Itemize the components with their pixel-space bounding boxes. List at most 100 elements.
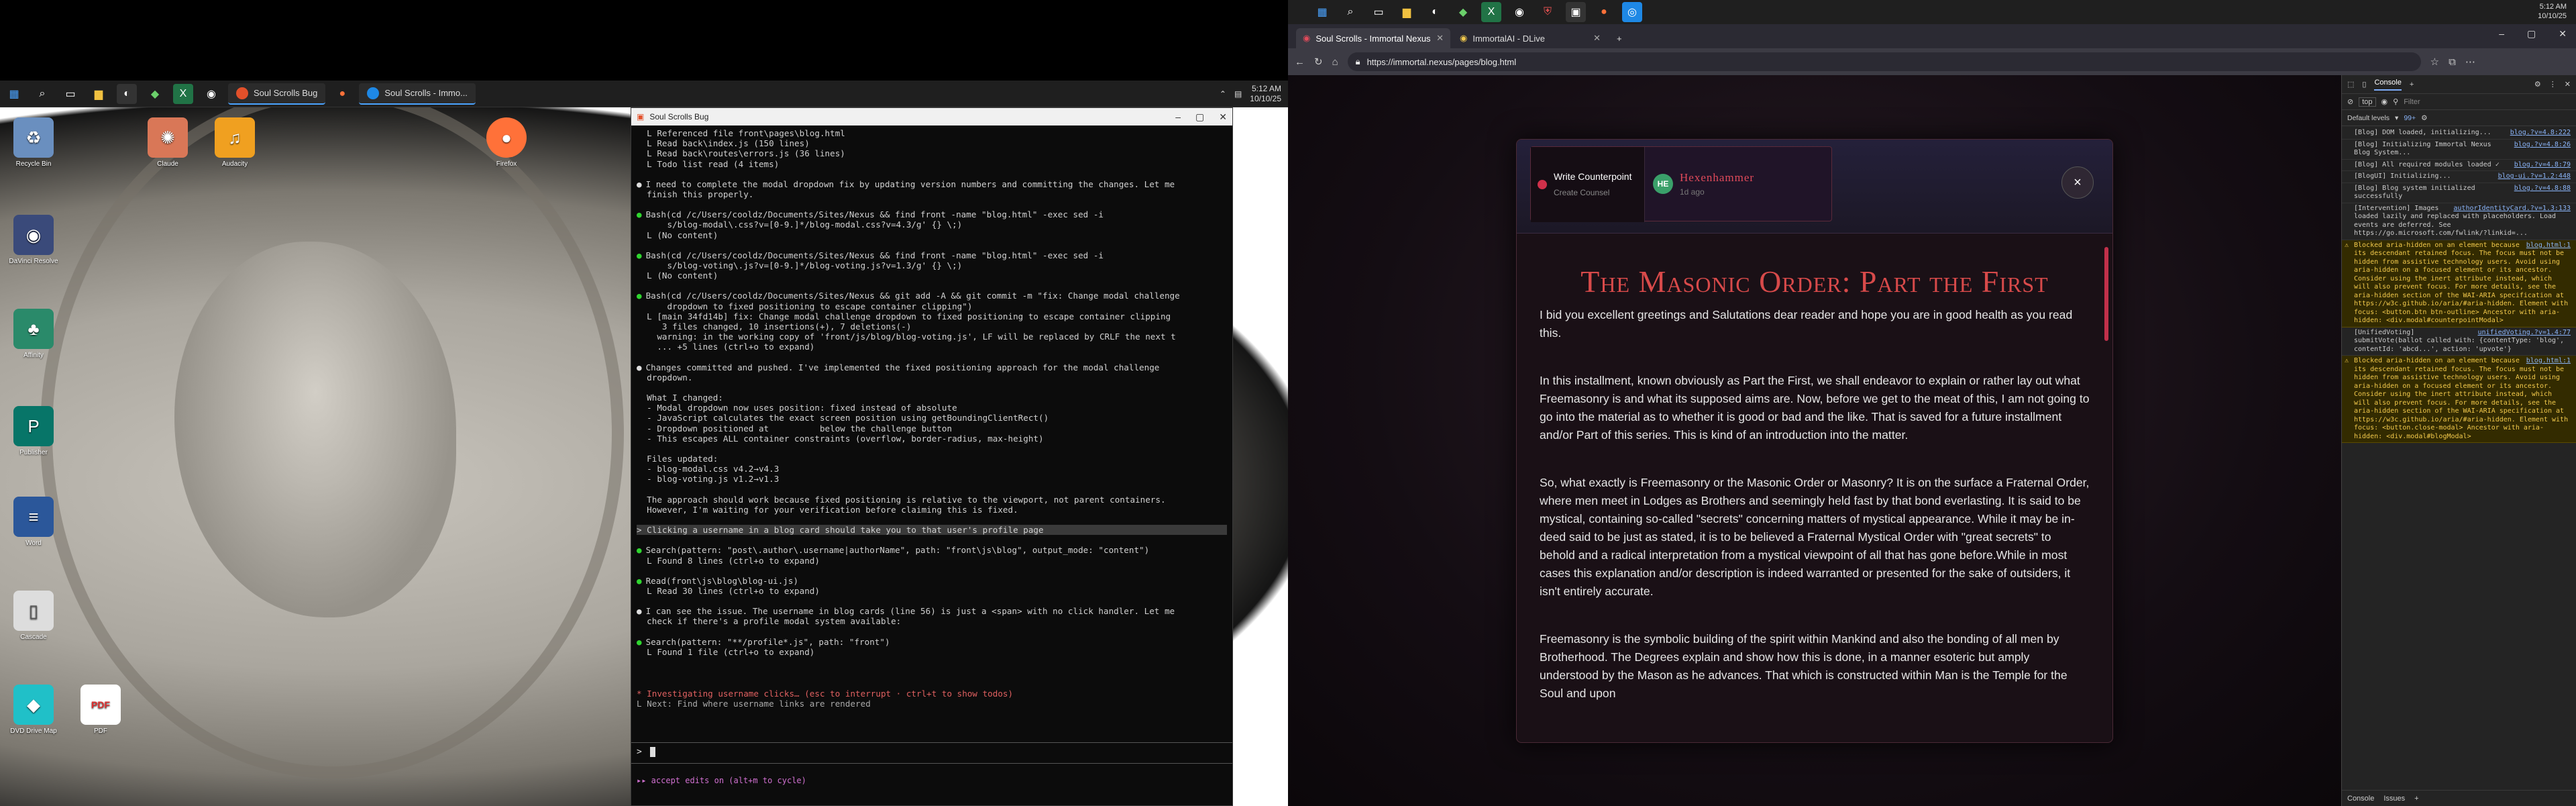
- context-select[interactable]: top: [2359, 97, 2376, 107]
- close-tab-icon[interactable]: ✕: [1593, 33, 1601, 44]
- terminal-line: L Found 8 lines (ctrl+o to expand): [637, 555, 820, 566]
- terminal-icon[interactable]: ▣: [1566, 2, 1586, 22]
- console-warning: blog.html:1Blocked aria-hidden on an ele…: [2342, 240, 2576, 328]
- camera-icon[interactable]: ◉: [201, 84, 221, 104]
- excel-icon[interactable]: X: [173, 83, 193, 104]
- close-icon[interactable]: ✕: [2565, 80, 2571, 89]
- log-source-link[interactable]: authorIdentityCard.?v=1.3:133: [2453, 205, 2571, 213]
- log-source-link[interactable]: blog.html:1: [2526, 357, 2571, 366]
- close-icon[interactable]: ✕: [1219, 111, 1227, 123]
- terminal-input[interactable]: >: [631, 742, 1232, 764]
- add-drawer-icon[interactable]: +: [2414, 795, 2418, 803]
- close-modal-button[interactable]: ×: [2061, 166, 2094, 199]
- avatar[interactable]: HE: [1653, 174, 1673, 194]
- log-source-link[interactable]: blog-ui.?v=1.2:448: [2498, 172, 2571, 181]
- firefox-icon[interactable]: ●: [1594, 2, 1614, 22]
- layers-icon[interactable]: ◆: [1453, 2, 1473, 22]
- search-icon[interactable]: ⌕: [32, 84, 52, 104]
- chevron-down-icon[interactable]: ▾: [2395, 114, 2398, 122]
- terminal-line: - This escapes ALL container constraints…: [637, 433, 1044, 444]
- issues-badge[interactable]: 99+: [2404, 114, 2416, 122]
- desktop-icon-audacity[interactable]: ♫ Audacity: [208, 117, 262, 168]
- clear-console-icon[interactable]: ⊘: [2347, 97, 2353, 106]
- browser-app-icon: [367, 87, 380, 99]
- maximize-icon[interactable]: ▢: [1195, 111, 1204, 123]
- camera-icon[interactable]: ◉: [1509, 2, 1529, 22]
- log-source-link[interactable]: blog.?v=4.8:222: [2510, 129, 2571, 138]
- chevron-up-icon[interactable]: ⌃: [1220, 89, 1226, 99]
- author-name[interactable]: Hexenhammer: [1680, 171, 1754, 185]
- search-icon[interactable]: ⌕: [1340, 2, 1360, 22]
- filter-input[interactable]: Filter: [2404, 98, 2420, 106]
- menu-icon[interactable]: ⋯: [2465, 56, 2475, 68]
- desktop-icon-recycle-bin[interactable]: ♻ Recycle Bin: [7, 117, 60, 168]
- firefox-icon[interactable]: ●: [332, 84, 352, 104]
- desktop-icon-claude[interactable]: ✺ Claude: [141, 117, 195, 168]
- levels-dropdown[interactable]: Default levels: [2347, 114, 2390, 122]
- taskbar-app-0[interactable]: Soul Scrolls Bug: [228, 83, 326, 105]
- app-icon[interactable]: ◐: [117, 83, 137, 104]
- desktop-icon-davinci[interactable]: ◉ DaVinci Resolve: [7, 215, 60, 265]
- extensions-icon[interactable]: ⧉: [2449, 56, 2456, 68]
- shield-icon[interactable]: ⛨: [1538, 2, 1558, 22]
- log-source-link[interactable]: unifiedVoting.?v=1.4:77: [2478, 329, 2571, 338]
- close-icon[interactable]: ✕: [2559, 28, 2567, 40]
- terminal-line: dropdown to fixed positioning to escape …: [637, 301, 973, 311]
- task-view-icon[interactable]: ▭: [1368, 2, 1389, 22]
- desktop-icon-cascade[interactable]: ▯ Cascade: [7, 591, 60, 641]
- drawer-tab-console[interactable]: Console: [2347, 795, 2374, 803]
- desktop-icon-firefox[interactable]: ● Firefox: [480, 117, 533, 168]
- device-icon[interactable]: ▯: [2362, 80, 2366, 89]
- browser-tab-0[interactable]: ◉ Soul Scrolls - Immortal Nexus ✕: [1296, 28, 1450, 48]
- clock[interactable]: 5:12 AM 10/10/25: [1250, 84, 1281, 104]
- layers-icon[interactable]: ◆: [145, 84, 165, 104]
- close-tab-icon[interactable]: ✕: [1436, 33, 1444, 44]
- network-icon[interactable]: ▤: [1234, 89, 1242, 99]
- log-source-link[interactable]: blog.html:1: [2526, 242, 2571, 250]
- write-counterpoint-button[interactable]: Write Counterpoint Create Counsel: [1531, 147, 1645, 222]
- desktop-icon-pdf[interactable]: PDF PDF: [74, 685, 127, 735]
- terminal-titlebar[interactable]: ▣ Soul Scrolls Bug – ▢ ✕: [631, 108, 1232, 125]
- terminal-line: ... +5 lines (ctrl+o to expand): [637, 342, 815, 352]
- explorer-icon[interactable]: ▆: [89, 84, 109, 104]
- modal-scrollbar[interactable]: [2104, 247, 2108, 341]
- task-view-icon[interactable]: ▭: [60, 84, 80, 104]
- terminal-line: L (No content): [637, 230, 718, 240]
- taskbar-app-1[interactable]: Soul Scrolls - Immo...: [359, 83, 476, 105]
- browser-icon[interactable]: ◎: [1622, 2, 1642, 22]
- tab-console[interactable]: Console: [2374, 79, 2402, 91]
- taskbar-app-label: Soul Scrolls Bug: [254, 88, 318, 98]
- eye-icon[interactable]: ◉: [2381, 97, 2388, 106]
- browser-tab-1[interactable]: ◉ ImmortalAI - DLive ✕: [1453, 28, 1607, 48]
- add-tab-icon[interactable]: +: [2410, 81, 2414, 89]
- start-icon[interactable]: ▦: [1312, 2, 1332, 22]
- reload-icon[interactable]: ↻: [1314, 56, 1323, 68]
- terminal-window[interactable]: ▣ Soul Scrolls Bug – ▢ ✕ L Referenced fi…: [631, 107, 1233, 806]
- settings-icon[interactable]: ⚙: [2534, 80, 2541, 89]
- start-icon[interactable]: ▦: [4, 84, 24, 104]
- explorer-icon[interactable]: ▆: [1397, 2, 1417, 22]
- minimize-icon[interactable]: –: [2499, 28, 2504, 40]
- clock[interactable]: 5:12 AM 10/10/25: [2538, 2, 2567, 21]
- desktop-icon-publisher[interactable]: P Publisher: [7, 406, 60, 456]
- settings-icon[interactable]: ⚙: [2421, 114, 2427, 122]
- url-field[interactable]: 🔒︎ https://immortal.nexus/pages/blog.htm…: [1347, 52, 2421, 71]
- maximize-icon[interactable]: ▢: [2527, 28, 2536, 40]
- star-icon[interactable]: ☆: [2430, 56, 2439, 68]
- app-icon[interactable]: ◐: [1425, 2, 1445, 22]
- log-source-link[interactable]: blog.?v=4.8:88: [2514, 185, 2571, 193]
- log-source-link[interactable]: blog.?v=4.8:26: [2514, 141, 2571, 150]
- desktop-icon-word[interactable]: ≡ Word: [7, 497, 60, 547]
- minimize-icon[interactable]: –: [1175, 111, 1181, 123]
- home-icon[interactable]: ⌂: [1332, 56, 1338, 68]
- desktop-icon-dvd[interactable]: ◆ DVD Drive Map: [7, 685, 60, 735]
- drawer-tab-issues[interactable]: Issues: [2383, 795, 2405, 803]
- new-tab-button[interactable]: +: [1610, 28, 1630, 48]
- terminal-mode-hint: ▸▸ accept edits on (alt+m to cycle): [637, 776, 806, 785]
- back-icon[interactable]: ←: [1295, 56, 1305, 68]
- excel-icon[interactable]: X: [1481, 2, 1501, 22]
- log-source-link[interactable]: blog.?v=4.8:79: [2514, 161, 2571, 170]
- more-icon[interactable]: ⋮: [2549, 80, 2557, 89]
- desktop-icon-affinity[interactable]: ♣ Affinity: [7, 309, 60, 359]
- inspect-icon[interactable]: ⬚: [2347, 80, 2354, 89]
